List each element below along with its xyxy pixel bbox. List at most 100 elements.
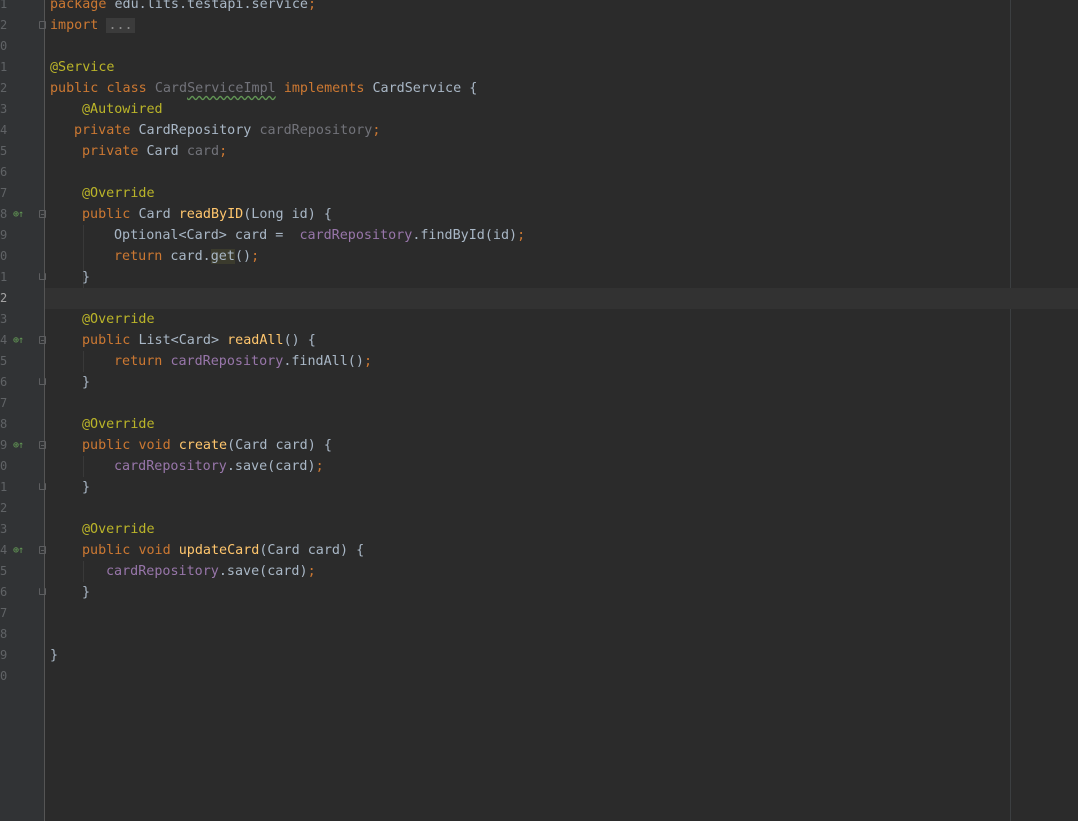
code-line[interactable]: 1 package edu.lits.testapi.service;: [0, 0, 1078, 15]
fold-marker-icon[interactable]: [39, 210, 46, 218]
code-line[interactable]: 1 @Service: [0, 57, 1078, 78]
fold-marker-icon[interactable]: [39, 378, 46, 385]
code-line[interactable]: 0: [0, 36, 1078, 57]
annotation: @Autowired: [82, 102, 163, 117]
code-line-current[interactable]: 2: [0, 288, 1078, 309]
code-line[interactable]: 5 return cardRepository.findAll();: [0, 351, 1078, 372]
fold-marker-icon[interactable]: [39, 483, 46, 490]
code-text[interactable]: }: [82, 582, 90, 603]
folded-imports[interactable]: ...: [106, 18, 135, 33]
code-text[interactable]: @Override: [82, 414, 155, 435]
code-line[interactable]: 6 }: [0, 372, 1078, 393]
code-text[interactable]: }: [82, 372, 90, 393]
local-var: card.: [162, 249, 211, 264]
code-text[interactable]: cardRepository.save(card);: [114, 456, 324, 477]
params: (Long id) {: [243, 207, 332, 222]
fold-marker-icon[interactable]: [39, 588, 46, 595]
code-line[interactable]: 1 }: [0, 477, 1078, 498]
code-line[interactable]: 7: [0, 393, 1078, 414]
brace: }: [82, 480, 91, 495]
annotation: @Override: [82, 522, 155, 537]
code-line[interactable]: 1 }: [0, 267, 1078, 288]
code-line[interactable]: 7: [0, 603, 1078, 624]
fold-marker-icon[interactable]: [39, 273, 46, 280]
method-name: updateCard: [178, 543, 260, 558]
override-icon[interactable]: ⊕↑: [13, 330, 24, 351]
code-text[interactable]: public List<Card> readAll() {: [82, 330, 316, 351]
fold-marker-icon[interactable]: [39, 336, 46, 344]
line-number: 4: [0, 333, 8, 347]
code-text[interactable]: package edu.lits.testapi.service;: [50, 0, 316, 15]
code-text[interactable]: @Service: [50, 57, 115, 78]
method-call: .save(card): [226, 459, 316, 474]
code-text[interactable]: return cardRepository.findAll();: [114, 351, 372, 372]
code-text[interactable]: public class CardServiceImpl implements …: [50, 78, 477, 99]
code-text[interactable]: }: [82, 267, 90, 288]
code-line[interactable]: 8 ⊕↑ public Card readByID(Long id) {: [0, 204, 1078, 225]
code-line[interactable]: 0: [0, 666, 1078, 687]
code-text[interactable]: }: [82, 477, 90, 498]
code-line[interactable]: 4 ⊕↑ public List<Card> readAll() {: [0, 330, 1078, 351]
code-line[interactable]: 6: [0, 162, 1078, 183]
line-number: 0: [0, 39, 8, 53]
code-text[interactable]: import ...: [50, 15, 135, 36]
override-icon[interactable]: ⊕↑: [13, 435, 24, 456]
code-line[interactable]: 8: [0, 624, 1078, 645]
code-text[interactable]: private CardRepository cardRepository;: [74, 120, 380, 141]
code-line[interactable]: 2: [0, 498, 1078, 519]
call-parens: (): [234, 249, 252, 264]
class-name-prefix: Card: [154, 81, 188, 96]
code-text[interactable]: Optional<Card> card = cardRepository.fin…: [114, 225, 525, 246]
code-line[interactable]: 2 public class CardServiceImpl implement…: [0, 78, 1078, 99]
code-line[interactable]: 8 @Override: [0, 414, 1078, 435]
code-text[interactable]: cardRepository.save(card);: [106, 561, 316, 582]
code-line[interactable]: 3 @Override: [0, 309, 1078, 330]
semicolon: ;: [315, 459, 324, 474]
method-name: readByID: [178, 207, 244, 222]
code-line[interactable]: 9 ⊕↑ public void create(Card card) {: [0, 435, 1078, 456]
line-number: 0: [0, 249, 8, 263]
fold-marker-icon[interactable]: [39, 21, 46, 29]
class-name-warning: ServiceImpl: [187, 81, 276, 96]
line-number: 9: [0, 228, 8, 242]
semicolon: ;: [307, 0, 317, 12]
line-number: 1: [0, 0, 8, 11]
override-icon[interactable]: ⊕↑: [13, 540, 24, 561]
field-ref: cardRepository: [299, 228, 413, 243]
annotation: @Override: [82, 186, 155, 201]
code-text[interactable]: public void updateCard(Card card) {: [82, 540, 364, 561]
code-text[interactable]: @Override: [82, 183, 155, 204]
code-text[interactable]: }: [50, 645, 58, 666]
semicolon: ;: [363, 354, 372, 369]
code-text[interactable]: @Override: [82, 309, 155, 330]
code-text[interactable]: return card.get();: [114, 246, 259, 267]
override-icon[interactable]: ⊕↑: [13, 204, 24, 225]
fold-marker-icon[interactable]: [39, 546, 46, 554]
brace: }: [82, 270, 91, 285]
code-line[interactable]: 9 Optional<Card> card = cardRepository.f…: [0, 225, 1078, 246]
code-line[interactable]: 4 private CardRepository cardRepository;: [0, 120, 1078, 141]
code-line[interactable]: 0 return card.get();: [0, 246, 1078, 267]
code-line[interactable]: 5 private Card card;: [0, 141, 1078, 162]
code-text[interactable]: @Autowired: [82, 99, 163, 120]
brace: }: [82, 585, 91, 600]
code-line[interactable]: 0 cardRepository.save(card);: [0, 456, 1078, 477]
code-line[interactable]: 4 ⊕↑ public void updateCard(Card card) {: [0, 540, 1078, 561]
code-line[interactable]: 7 @Override: [0, 183, 1078, 204]
code-line[interactable]: 6 }: [0, 582, 1078, 603]
code-line[interactable]: 2 import ...: [0, 15, 1078, 36]
code-text[interactable]: public void create(Card card) {: [82, 435, 332, 456]
keyword: return: [114, 354, 163, 369]
keyword: public: [82, 438, 131, 453]
code-editor[interactable]: 1 package edu.lits.testapi.service; 2 im…: [0, 0, 1078, 821]
package-name: edu.lits.testapi.service: [106, 0, 308, 12]
fold-marker-icon[interactable]: [39, 441, 46, 449]
keyword: void: [138, 438, 171, 453]
code-line[interactable]: 5 cardRepository.save(card);: [0, 561, 1078, 582]
code-line[interactable]: 9 }: [0, 645, 1078, 666]
code-text[interactable]: private Card card;: [82, 141, 227, 162]
code-text[interactable]: public Card readByID(Long id) {: [82, 204, 332, 225]
code-line[interactable]: 3 @Autowired: [0, 99, 1078, 120]
code-text[interactable]: @Override: [82, 519, 155, 540]
code-line[interactable]: 3 @Override: [0, 519, 1078, 540]
